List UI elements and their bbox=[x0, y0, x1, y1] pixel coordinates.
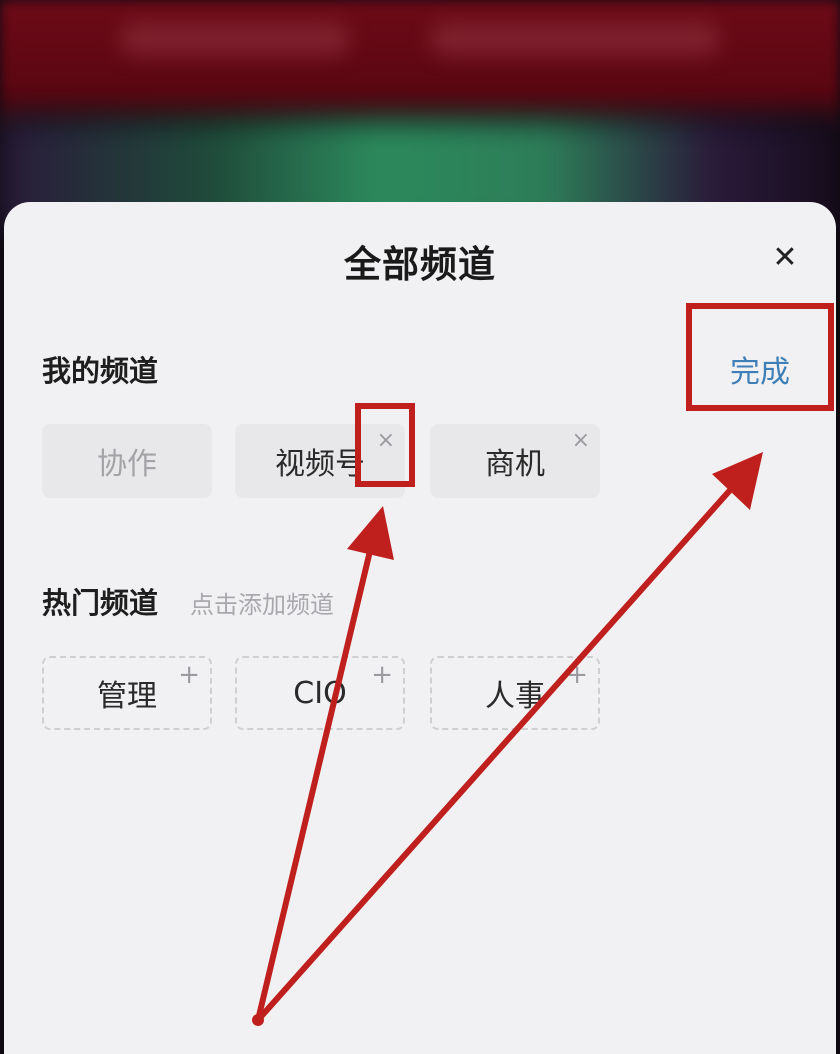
sheet-title: 全部频道 bbox=[344, 243, 496, 286]
blurred-app-header bbox=[0, 0, 840, 130]
remove-channel-icon[interactable]: × bbox=[572, 428, 590, 453]
add-channel-icon: + bbox=[178, 660, 200, 690]
hot-channels-hint: 点击添加频道 bbox=[190, 591, 334, 619]
blurred-header-element bbox=[430, 22, 720, 56]
chip-label: CIO bbox=[293, 675, 347, 711]
chip-label: 管理 bbox=[97, 679, 157, 714]
hot-channel-chip-management[interactable]: 管理 + bbox=[42, 656, 212, 730]
my-channel-chip-collab: 协作 bbox=[42, 424, 212, 498]
close-button[interactable]: ✕ bbox=[766, 238, 804, 276]
add-channel-icon: + bbox=[371, 660, 393, 690]
close-icon: ✕ bbox=[772, 239, 798, 275]
chip-label: 协作 bbox=[97, 447, 157, 482]
add-channel-icon: + bbox=[566, 660, 588, 690]
chip-label: 商机 bbox=[485, 447, 545, 482]
my-channel-chip-business[interactable]: 商机 × bbox=[430, 424, 600, 498]
hot-channel-chip-hr[interactable]: 人事 + bbox=[430, 656, 600, 730]
hot-channels-label: 热门频道 bbox=[42, 586, 159, 620]
blurred-header-element bbox=[120, 22, 350, 56]
annotation-highlight-remove bbox=[355, 403, 415, 487]
chip-label: 人事 bbox=[485, 679, 545, 714]
hot-channel-chip-cio[interactable]: CIO + bbox=[235, 656, 405, 730]
annotation-highlight-done bbox=[686, 303, 834, 411]
my-channels-label: 我的频道 bbox=[42, 354, 159, 388]
chip-label: 视频号 bbox=[275, 447, 365, 482]
screen: 全部频道 ✕ 我的频道 完成 协作 视频号 × 商机 × 热门频道 点击添加频道… bbox=[0, 0, 840, 1054]
